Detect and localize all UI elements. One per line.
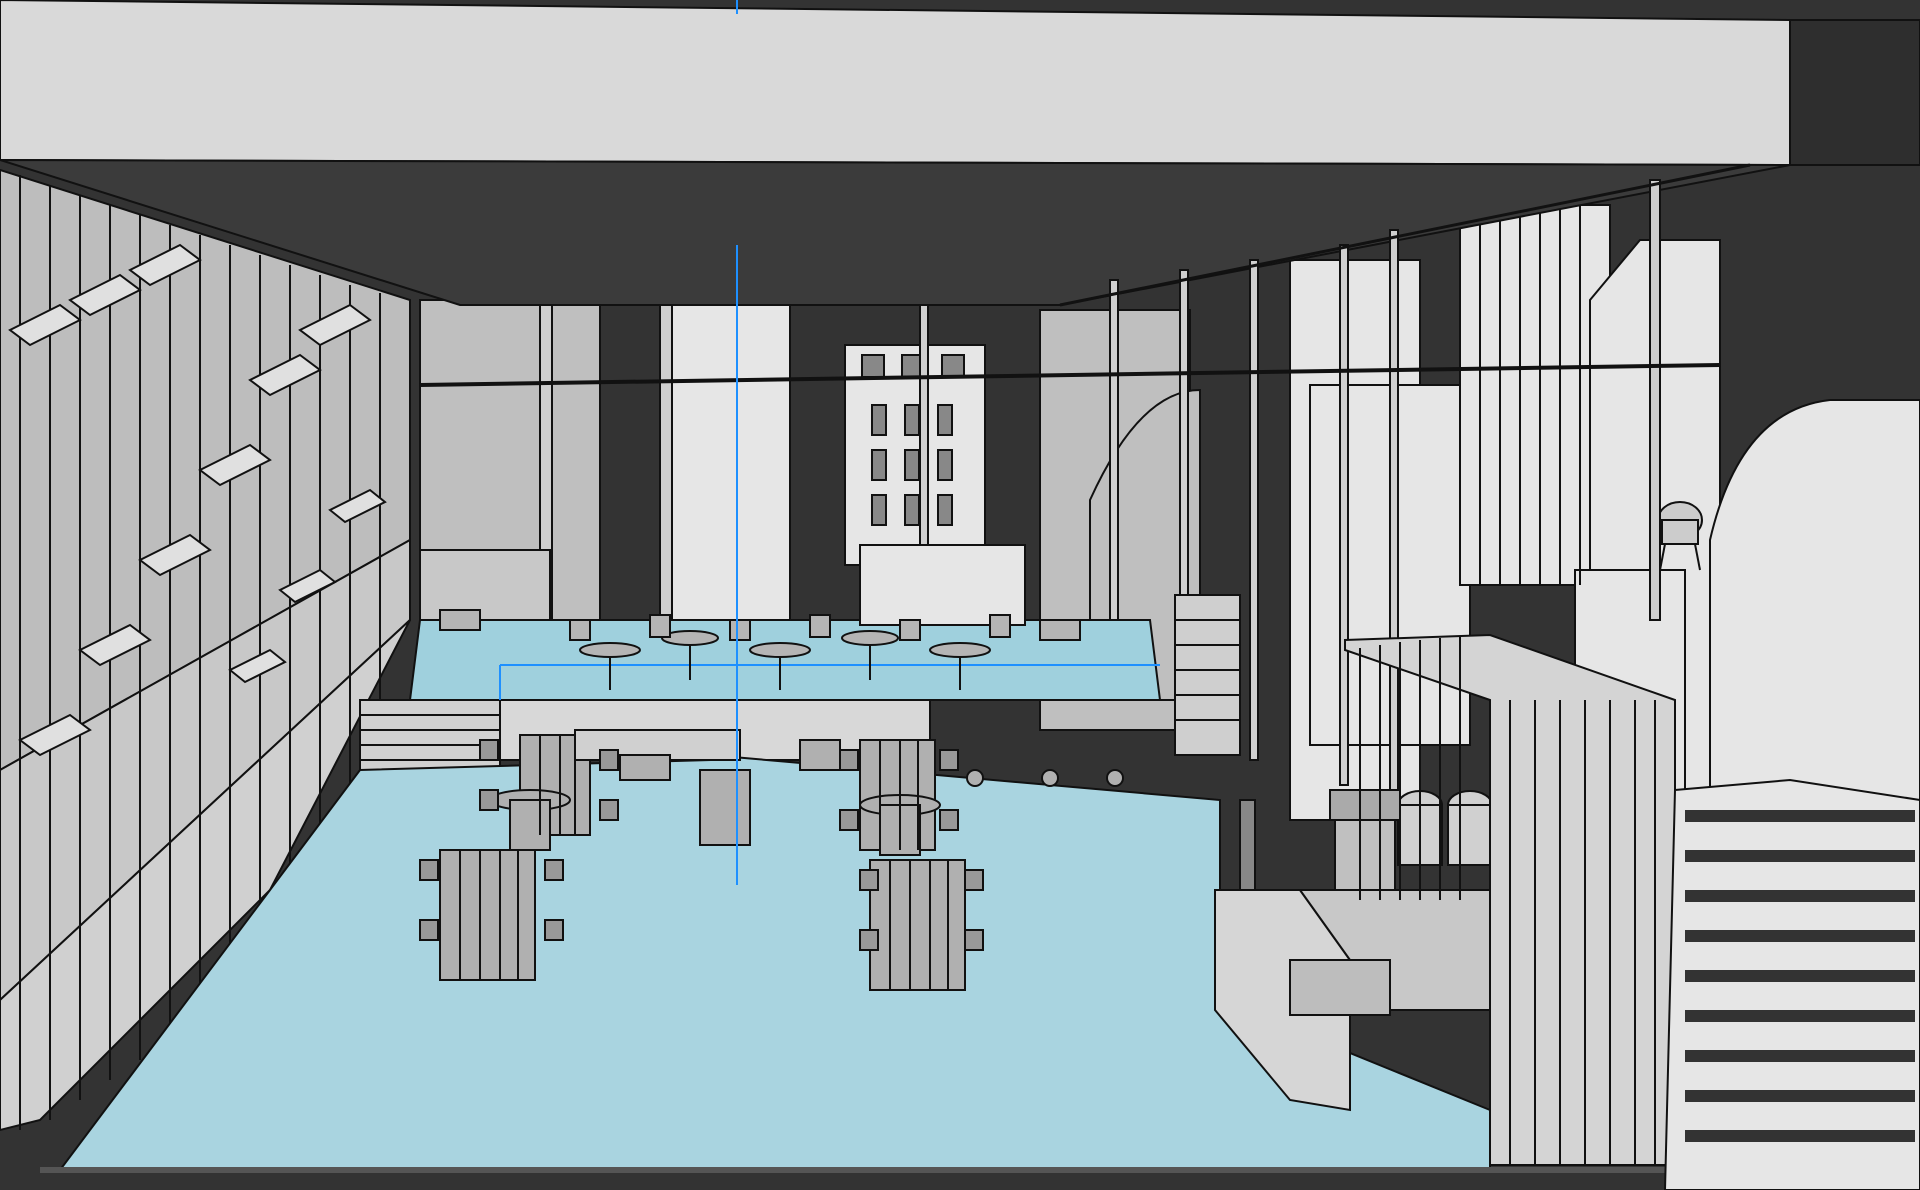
long-table-2 [439,849,536,981]
model-viewport[interactable] [0,0,1920,1190]
long-table-4 [869,859,966,991]
foreground-building [1663,778,1920,1190]
shelving-unit [1174,594,1241,756]
scene-svg [0,0,1920,1190]
striped-tower [1459,204,1611,586]
menu-board [1239,799,1256,891]
foreground-building-windows [1685,810,1915,1142]
planter [699,769,751,846]
arched-tower [1709,399,1920,801]
